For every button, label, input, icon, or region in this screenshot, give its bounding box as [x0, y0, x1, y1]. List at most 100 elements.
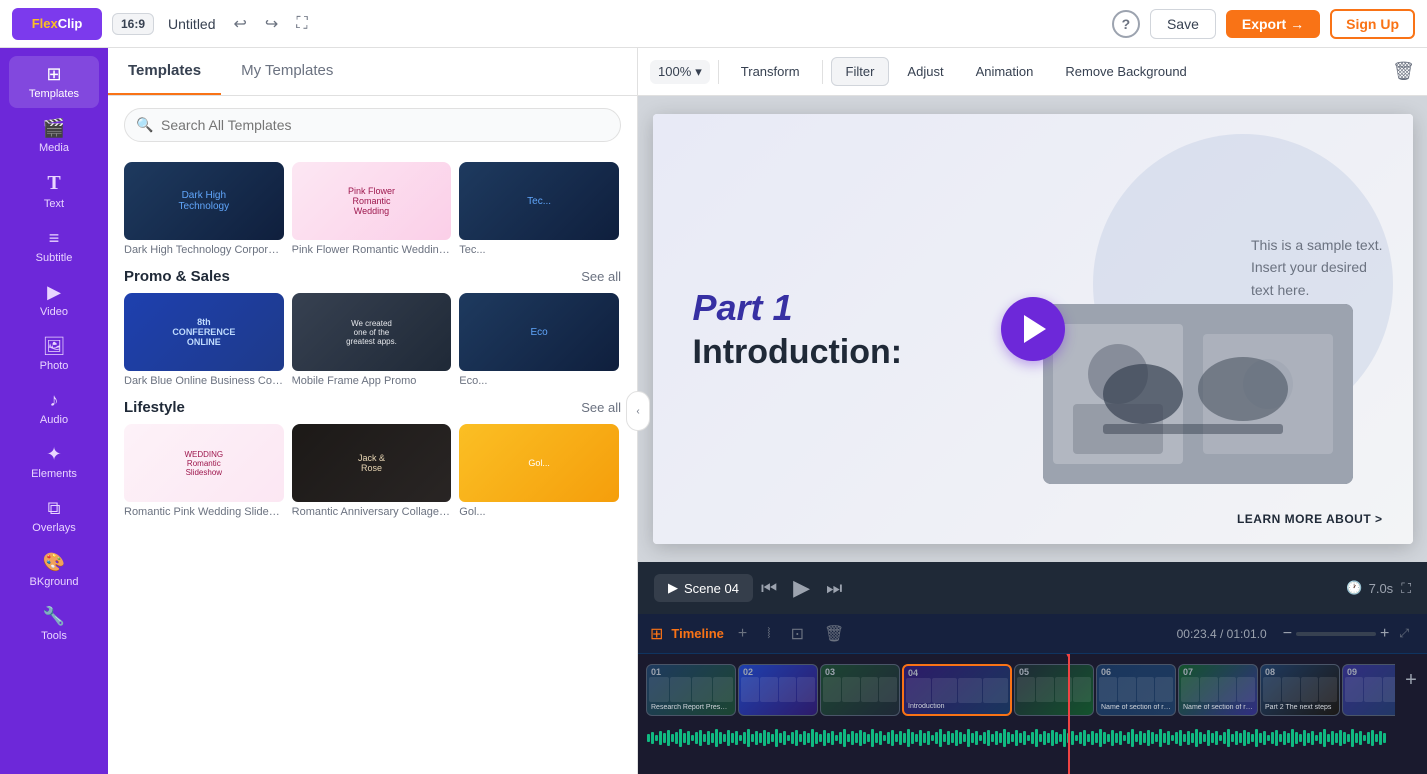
- editor-area: 100% ▾ Transform Filter Adjust Animation…: [638, 48, 1427, 774]
- template-card-dark-tech[interactable]: Dark HighTechnology Dark High Technology…: [124, 162, 284, 256]
- skip-back-button[interactable]: ⏮: [753, 574, 785, 603]
- play-overlay-button[interactable]: [1001, 297, 1065, 361]
- timeline-clip-01[interactable]: 01Research Report Presentation: [646, 664, 736, 716]
- audio-track: [638, 720, 1395, 756]
- animation-button[interactable]: Animation: [962, 58, 1048, 85]
- undo-button[interactable]: ↩: [230, 10, 251, 38]
- template-name: Pink Flower Romantic Wedding ...: [292, 244, 452, 256]
- video-icon: ▶: [47, 282, 61, 303]
- sidebar-item-media[interactable]: 🎬 Media: [9, 110, 99, 162]
- timeline-hash-icon: ⊞: [650, 624, 663, 644]
- play-icon: ▶: [668, 580, 678, 596]
- sidebar-item-overlays[interactable]: ⧉ Overlays: [9, 490, 99, 542]
- save-button[interactable]: Save: [1150, 9, 1216, 39]
- transform-button[interactable]: Transform: [727, 58, 814, 85]
- timeline-tracks: 01Research Report Presentation020304Intr…: [638, 654, 1395, 774]
- template-name: Gol...: [459, 506, 619, 518]
- templates-panel-wrapper: Templates My Templates 🔍 Dark HighTechno…: [108, 48, 638, 774]
- template-card-romantic-wedding[interactable]: WEDDINGRomanticSlideshow Romantic Pink W…: [124, 424, 284, 518]
- timeline-split-button[interactable]: ⧘: [761, 621, 776, 647]
- template-card-golden[interactable]: Gol... Gol...: [459, 424, 619, 518]
- sidebar-item-label: Templates: [29, 88, 79, 100]
- search-bar: 🔍: [108, 96, 637, 154]
- sidebar-item-label: Elements: [31, 468, 77, 480]
- expand-button[interactable]: ⛶: [1401, 580, 1411, 597]
- zoom-slider[interactable]: [1296, 632, 1376, 636]
- adjust-button[interactable]: Adjust: [893, 58, 957, 85]
- overlays-icon: ⧉: [48, 498, 61, 519]
- sidebar-item-tools[interactable]: 🔧 Tools: [9, 598, 99, 650]
- sidebar-item-subtitle[interactable]: ≡ Subtitle: [9, 220, 99, 272]
- zoom-in-button[interactable]: +: [1380, 625, 1389, 643]
- zoom-control[interactable]: 100% ▾: [650, 60, 710, 84]
- timeline-header: ⊞ Timeline + ⧘ ⊡ 🗑 00:23.4 / 01:01.0 − +…: [638, 614, 1427, 654]
- timeline-clip-02[interactable]: 02: [738, 664, 818, 716]
- template-card-eco[interactable]: Eco Eco...: [459, 293, 619, 387]
- remove-bg-button[interactable]: Remove Background: [1051, 58, 1200, 85]
- ratio-badge: 16:9: [112, 13, 154, 35]
- tab-my-templates[interactable]: My Templates: [221, 48, 353, 95]
- sidebar-item-audio[interactable]: ♪ Audio: [9, 382, 99, 434]
- timeline-clip-08[interactable]: 08Part 2 The next steps: [1260, 664, 1340, 716]
- fullscreen-button[interactable]: ⛶: [292, 11, 311, 37]
- template-thumb: 8thCONFERENCEONLINE: [124, 293, 284, 371]
- time-display: 🕐 7.0s: [1346, 580, 1393, 596]
- template-card-conference[interactable]: 8thCONFERENCEONLINE Dark Blue Online Bus…: [124, 293, 284, 387]
- template-card-mobile-app[interactable]: We createdone of thegreatest apps. Mobil…: [292, 293, 452, 387]
- zoom-out-button[interactable]: −: [1283, 625, 1292, 643]
- template-card-anniversary[interactable]: Jack &Rose Romantic Anniversary Collage …: [292, 424, 452, 518]
- bkground-icon: 🎨: [43, 552, 65, 573]
- sidebar-item-label: Text: [44, 198, 64, 210]
- search-input[interactable]: [124, 108, 621, 142]
- sidebar-item-label: Subtitle: [36, 252, 73, 264]
- template-thumb: Dark HighTechnology: [124, 162, 284, 240]
- template-card-pink-wedding[interactable]: Pink FlowerRomanticWedding Pink Flower R…: [292, 162, 452, 256]
- template-row-top: Dark HighTechnology Dark High Technology…: [124, 162, 621, 256]
- scene-label[interactable]: ▶ Scene 04: [654, 574, 753, 602]
- timeline-add-button[interactable]: +: [732, 621, 753, 647]
- see-all-lifestyle[interactable]: See all: [581, 400, 621, 415]
- redo-button[interactable]: ↪: [261, 10, 282, 38]
- signup-button[interactable]: Sign Up: [1330, 9, 1415, 39]
- play-pause-button[interactable]: ▶: [785, 571, 818, 605]
- filter-button[interactable]: Filter: [831, 57, 890, 86]
- fit-timeline-button[interactable]: ⤢: [1393, 622, 1415, 645]
- sidebar-item-label: Media: [39, 142, 69, 154]
- template-thumb: WEDDINGRomanticSlideshow: [124, 424, 284, 502]
- sidebar-item-label: Audio: [40, 414, 68, 426]
- media-icon: 🎬: [43, 118, 65, 139]
- export-button[interactable]: Export →: [1226, 10, 1320, 38]
- timeline-clip-03[interactable]: 03: [820, 664, 900, 716]
- timeline-clip-04[interactable]: 04Introduction: [902, 664, 1012, 716]
- template-thumb: Jack &Rose: [292, 424, 452, 502]
- add-clip-button[interactable]: +: [1395, 654, 1427, 706]
- timeline-delete-button[interactable]: 🗑: [818, 620, 850, 648]
- skip-forward-button[interactable]: ⏭: [818, 574, 850, 603]
- scene-duration: 7.0s: [1369, 581, 1394, 596]
- template-card-tec[interactable]: Tec... Tec...: [459, 162, 619, 256]
- tab-templates[interactable]: Templates: [108, 48, 221, 95]
- panel-collapse-button[interactable]: ‹: [626, 391, 650, 431]
- scene-sample-text: This is a sample text.Insert your desire…: [1251, 234, 1383, 301]
- subtitle-icon: ≡: [49, 228, 60, 249]
- sidebar-item-templates[interactable]: ⊞ Templates: [9, 56, 99, 108]
- timeline-area: ⊞ Timeline + ⧘ ⊡ 🗑 00:23.4 / 01:01.0 − +…: [638, 614, 1427, 774]
- timeline-clip-05[interactable]: 05: [1014, 664, 1094, 716]
- sidebar-item-photo[interactable]: 🖼 Photo: [9, 328, 99, 380]
- sidebar-item-text[interactable]: T Text: [9, 164, 99, 218]
- logo: FlexClip: [12, 8, 102, 40]
- timeline-clip-07[interactable]: 07Name of section of report: [1178, 664, 1258, 716]
- section-title-promo: Promo & Sales: [124, 268, 230, 285]
- timeline-duplicate-button[interactable]: ⊡: [785, 620, 810, 648]
- divider: [718, 60, 719, 84]
- timeline-clip-09[interactable]: 09: [1342, 664, 1395, 716]
- template-name: Romantic Pink Wedding Slidesh...: [124, 506, 284, 518]
- sidebar-item-video[interactable]: ▶ Video: [9, 274, 99, 326]
- see-all-promo[interactable]: See all: [581, 269, 621, 284]
- timeline-clip-06[interactable]: 06Name of section of report: [1096, 664, 1176, 716]
- sidebar-item-bkground[interactable]: 🎨 BKground: [9, 544, 99, 596]
- section-title-lifestyle: Lifestyle: [124, 399, 185, 416]
- delete-button[interactable]: 🗑: [1392, 61, 1415, 82]
- help-button[interactable]: ?: [1112, 10, 1140, 38]
- sidebar-item-elements[interactable]: ✦ Elements: [9, 436, 99, 488]
